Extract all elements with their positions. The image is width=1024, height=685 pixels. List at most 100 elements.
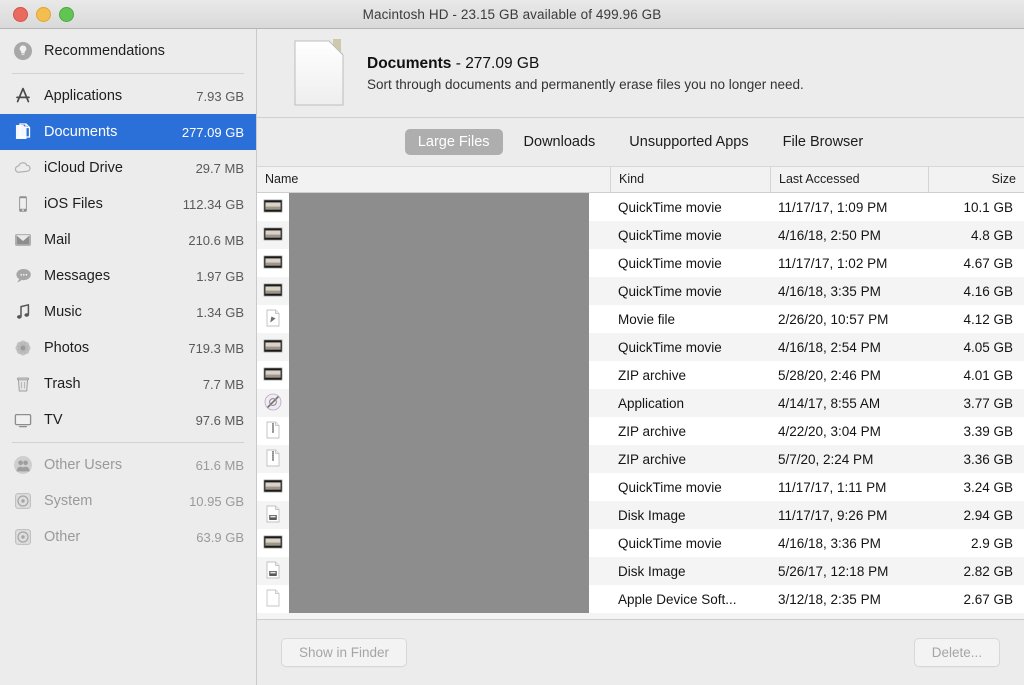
cell-size: 2.67 GB: [963, 591, 1013, 607]
table-row[interactable]: Disk Image 11/17/17, 9:26 PM 2.94 GB: [257, 501, 1024, 529]
table-row[interactable]: Apple Device Soft... 3/12/18, 2:35 PM 2.67…: [257, 585, 1024, 613]
cell-last-accessed: 5/7/20, 2:24 PM: [778, 451, 874, 467]
table-row[interactable]: QuickTime movie 4/16/18, 3:36 PM 2.9 GB: [257, 529, 1024, 557]
table-row[interactable]: Disk Image 5/26/17, 12:18 PM 2.82 GB: [257, 557, 1024, 585]
cell-kind: ZIP archive: [618, 367, 687, 383]
sidebar-item-label: Recommendations: [44, 43, 165, 59]
photos-icon: [12, 337, 34, 359]
tab-file-browser[interactable]: File Browser: [770, 129, 877, 155]
sidebar-item-size: 10.95 GB: [189, 493, 244, 509]
disk-image-icon: [263, 504, 283, 526]
cell-size: 2.82 GB: [963, 563, 1013, 579]
cell-last-accessed: 5/26/17, 12:18 PM: [778, 563, 889, 579]
movie-thumbnail-icon: [263, 476, 283, 498]
sidebar-item-other-users[interactable]: Other Users 61.6 MB: [0, 447, 256, 483]
table-row[interactable]: QuickTime movie 4/16/18, 2:50 PM 4.8 GB: [257, 221, 1024, 249]
table-row[interactable]: QuickTime movie 4/16/18, 3:35 PM 4.16 GB: [257, 277, 1024, 305]
cell-name: [257, 308, 610, 330]
column-header-last-accessed[interactable]: Last Accessed: [770, 167, 928, 192]
document-file-icon: [289, 38, 349, 108]
delete-button[interactable]: Delete...: [913, 638, 1000, 667]
mail-icon: [12, 229, 34, 251]
sidebar-item-messages[interactable]: Messages 1.97 GB: [0, 258, 256, 294]
table-row[interactable]: ZIP archive 4/22/20, 3:04 PM 3.39 GB: [257, 417, 1024, 445]
column-header-size[interactable]: Size: [928, 167, 1024, 192]
sidebar-item-icloud-drive[interactable]: iCloud Drive 29.7 MB: [0, 150, 256, 186]
sidebar-item-size: 29.7 MB: [195, 160, 244, 176]
table-row[interactable]: Application 4/14/17, 8:55 AM 3.77 GB: [257, 389, 1024, 417]
storage-management-window: Macintosh HD - 23.15 GB available of 499…: [0, 0, 1024, 685]
sidebar-item-documents[interactable]: Documents 277.09 GB: [0, 114, 256, 150]
cell-last-accessed: 2/26/20, 10:57 PM: [778, 311, 889, 327]
sidebar-item-label: Other Users: [44, 457, 123, 473]
table-row[interactable]: ZIP archive 5/7/20, 2:24 PM 3.36 GB: [257, 445, 1024, 473]
sidebar-item-ios-files[interactable]: iOS Files 112.34 GB: [0, 186, 256, 222]
movie-thumbnail-icon: [263, 196, 283, 218]
sidebar-item-photos[interactable]: Photos 719.3 MB: [0, 330, 256, 366]
table-row[interactable]: QuickTime movie 11/17/17, 1:11 PM 3.24 GB: [257, 473, 1024, 501]
sidebar-item-system[interactable]: System 10.95 GB: [0, 483, 256, 519]
sidebar-item-label: Other: [44, 529, 81, 545]
cell-last-accessed: 11/17/17, 1:02 PM: [778, 255, 888, 271]
cell-kind: Disk Image: [618, 563, 686, 579]
blank-document-icon: [263, 588, 283, 610]
cell-kind: QuickTime movie: [618, 535, 722, 551]
cell-last-accessed: 4/16/18, 3:35 PM: [778, 283, 881, 299]
category-header-text: Documents - 277.09 GB Sort through docum…: [367, 55, 804, 92]
close-button[interactable]: [13, 6, 28, 22]
cell-name: [257, 448, 610, 470]
table-row[interactable]: [257, 613, 1024, 619]
table-row[interactable]: Movie file 2/26/20, 10:57 PM 4.12 GB: [257, 305, 1024, 333]
window-title: Macintosh HD - 23.15 GB available of 499…: [362, 6, 662, 22]
show-in-finder-button[interactable]: Show in Finder: [281, 638, 408, 667]
sidebar-item-tv[interactable]: TV 97.6 MB: [0, 402, 256, 438]
table-row[interactable]: ZIP archive 5/28/20, 2:46 PM 4.01 GB: [257, 361, 1024, 389]
sidebar-item-trash[interactable]: Trash 7.7 MB: [0, 366, 256, 402]
table-row[interactable]: QuickTime movie 11/17/17, 1:02 PM 4.67 GB: [257, 249, 1024, 277]
trash-icon: [12, 373, 34, 395]
sidebar-item-label: iOS Files: [44, 196, 103, 212]
cell-name: [257, 476, 610, 498]
cell-size: 3.24 GB: [963, 479, 1013, 495]
cell-kind: Movie file: [618, 311, 676, 327]
sidebar-item-recommendations[interactable]: Recommendations: [0, 33, 256, 69]
sidebar-item-label: Applications: [44, 88, 123, 104]
cell-name: [257, 420, 610, 442]
cell-size: 10.1 GB: [963, 199, 1013, 215]
sidebar-item-applications[interactable]: Applications 7.93 GB: [0, 78, 256, 114]
cell-name: [257, 364, 610, 386]
cell-last-accessed: 4/16/18, 2:54 PM: [778, 339, 881, 355]
sidebar-item-music[interactable]: Music 1.34 GB: [0, 294, 256, 330]
sidebar-item-size: 63.9 GB: [196, 529, 244, 545]
maximize-button[interactable]: [59, 6, 74, 22]
table-row[interactable]: QuickTime movie 11/17/17, 1:09 PM 10.1 GB: [257, 193, 1024, 221]
sidebar-item-mail[interactable]: Mail 210.6 MB: [0, 222, 256, 258]
cell-last-accessed: 4/16/18, 3:36 PM: [778, 535, 881, 551]
zip-archive-icon: [263, 448, 283, 470]
sidebar-item-size: 277.09 GB: [181, 124, 244, 140]
tab-downloads[interactable]: Downloads: [511, 129, 609, 155]
sidebar-item-size: 719.3 MB: [188, 340, 244, 356]
tab-large-files[interactable]: Large Files: [404, 129, 503, 155]
column-header-kind[interactable]: Kind: [610, 167, 770, 192]
sidebar-item-other[interactable]: Other 63.9 GB: [0, 519, 256, 555]
documents-icon: [12, 121, 34, 143]
music-note-icon: [12, 301, 34, 323]
sidebar-item-size: 112.34 GB: [182, 196, 244, 212]
disk-image-icon: [263, 560, 283, 582]
category-title-separator: -: [451, 54, 466, 72]
icloud-icon: [12, 157, 34, 179]
table-row[interactable]: QuickTime movie 4/16/18, 2:54 PM 4.05 GB: [257, 333, 1024, 361]
movie-thumbnail-icon: [263, 336, 283, 358]
cell-size: 4.12 GB: [963, 311, 1013, 327]
lightbulb-icon: [12, 40, 34, 62]
tab-unsupported-apps[interactable]: Unsupported Apps: [616, 129, 761, 155]
movie-thumbnail-icon: [263, 224, 283, 246]
minimize-button[interactable]: [36, 6, 51, 22]
movie-thumbnail-icon: [263, 532, 283, 554]
large-files-table[interactable]: QuickTime movie 11/17/17, 1:09 PM 10.1 GB Q…: [257, 193, 1024, 619]
sidebar-item-size: 97.6 MB: [195, 412, 244, 428]
column-header-name[interactable]: Name: [257, 167, 610, 192]
cell-last-accessed: 11/17/17, 1:11 PM: [778, 479, 887, 495]
cell-kind: Application: [618, 395, 685, 411]
